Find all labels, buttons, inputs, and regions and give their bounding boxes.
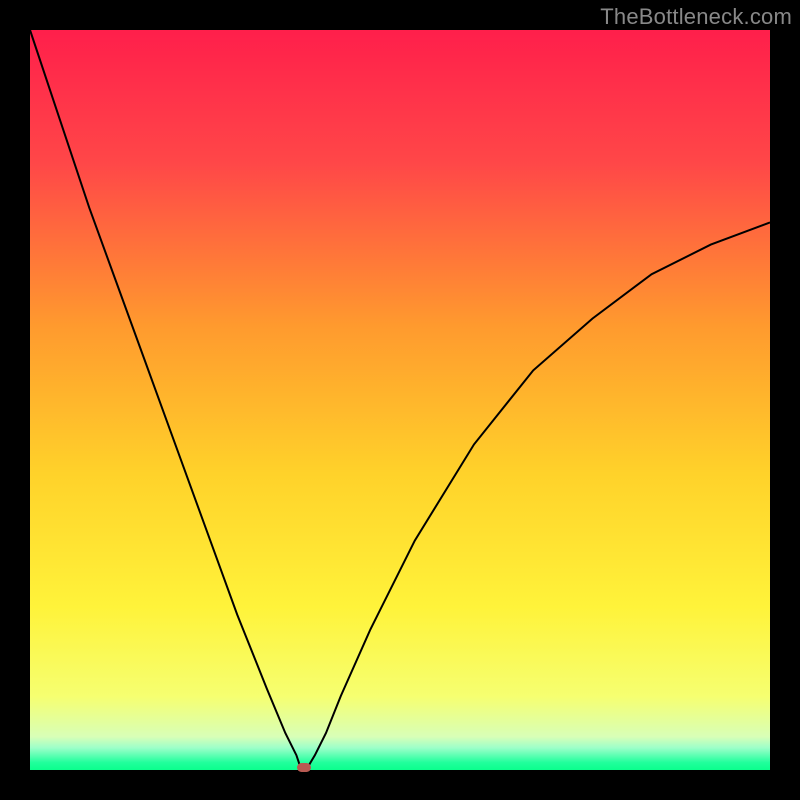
min-marker — [297, 763, 311, 772]
watermark-text: TheBottleneck.com — [600, 4, 792, 30]
chart-frame: TheBottleneck.com — [0, 0, 800, 800]
bottleneck-curve — [30, 30, 770, 770]
